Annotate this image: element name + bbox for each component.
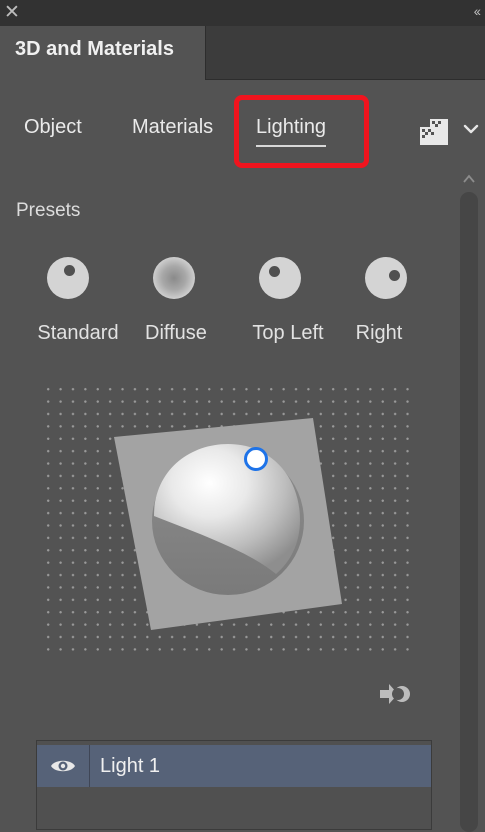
- tab-materials[interactable]: Materials: [132, 116, 213, 139]
- preset-diffuse-label[interactable]: Diffuse: [121, 322, 231, 345]
- preset-top-left-icon[interactable]: [259, 257, 301, 299]
- presets-heading: Presets: [16, 200, 81, 221]
- scrollbar[interactable]: [458, 168, 480, 832]
- preset-diffuse-icon[interactable]: [153, 257, 195, 299]
- eye-icon[interactable]: [50, 758, 76, 774]
- light-name[interactable]: Light 1: [100, 755, 160, 778]
- light-position-handle[interactable]: [244, 447, 268, 471]
- highlight-annotation: [234, 95, 369, 168]
- scroll-up-icon[interactable]: [462, 172, 476, 186]
- panel-title-bar: ✕ ‹‹: [0, 0, 485, 26]
- collapse-panel-icon[interactable]: ‹‹: [474, 3, 481, 19]
- lights-list: Light 1: [36, 740, 432, 830]
- panel-tab-strip: 3D and Materials: [0, 26, 485, 80]
- chevron-down-icon[interactable]: [461, 119, 481, 139]
- preset-right-icon[interactable]: [365, 257, 407, 299]
- move-light-to-back-icon[interactable]: [378, 681, 412, 707]
- preset-standard-label[interactable]: Standard: [23, 322, 133, 345]
- preset-standard-icon[interactable]: [47, 257, 89, 299]
- visibility-toggle[interactable]: [37, 745, 90, 787]
- preset-right-label[interactable]: Right: [324, 322, 434, 345]
- panel-tab-3d-materials[interactable]: 3D and Materials: [0, 26, 206, 80]
- tab-object[interactable]: Object: [24, 116, 82, 139]
- close-icon[interactable]: ✕: [4, 2, 20, 24]
- light-row[interactable]: Light 1: [37, 745, 431, 787]
- lighting-preview[interactable]: [110, 418, 342, 630]
- render-settings-icon[interactable]: [420, 117, 448, 145]
- scrollbar-thumb[interactable]: [460, 192, 478, 832]
